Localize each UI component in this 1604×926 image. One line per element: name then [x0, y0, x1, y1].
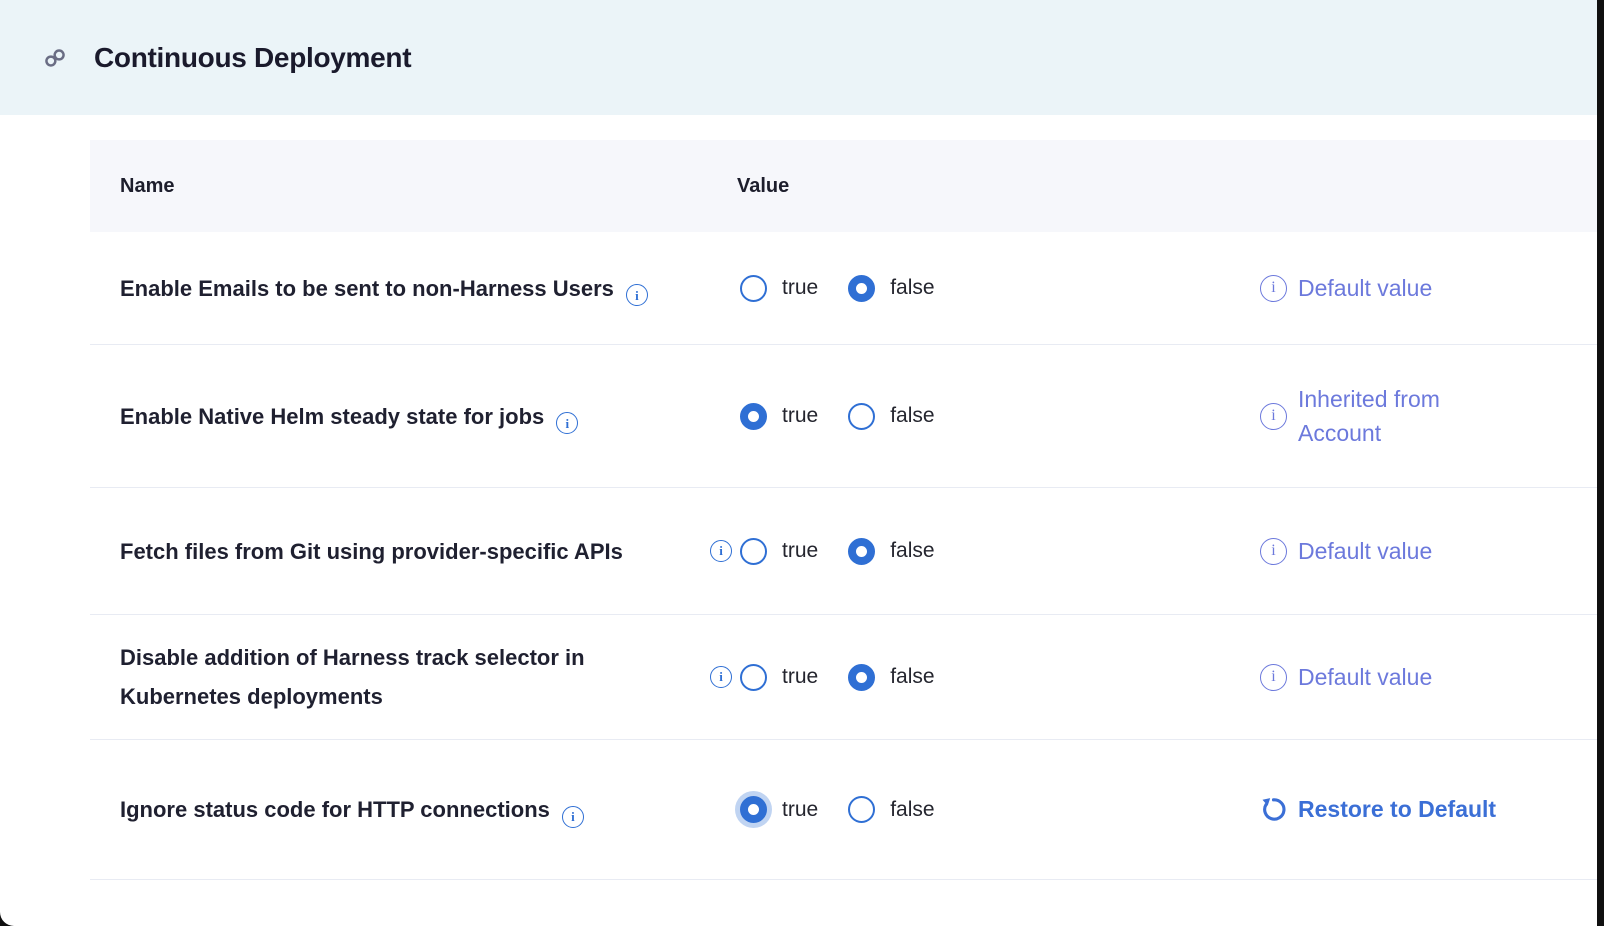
info-icon[interactable]: i — [626, 284, 648, 306]
radio-true[interactable]: true — [740, 796, 818, 823]
restore-to-default-button[interactable]: Restore to Default — [1298, 792, 1496, 827]
radio-false-icon[interactable] — [848, 275, 875, 302]
info-icon[interactable]: i — [1260, 403, 1287, 430]
column-header-value: Value — [700, 175, 1260, 198]
setting-value: i true false — [700, 664, 1260, 691]
radio-true[interactable]: true — [740, 403, 818, 430]
radio-true[interactable]: true — [740, 275, 818, 302]
status-badge: Default value — [1298, 534, 1432, 569]
radio-false[interactable]: false — [848, 664, 934, 691]
status-badge: Default value — [1298, 660, 1432, 695]
setting-name: Enable Native Helm steady state for jobs… — [120, 397, 700, 436]
table-row: Enable Native Helm steady state for jobs… — [90, 345, 1597, 488]
setting-status: i Inherited from Account — [1260, 382, 1597, 451]
table-header-row: Name Value — [90, 140, 1597, 232]
setting-name-label: Enable Native Helm steady state for jobs — [120, 404, 544, 429]
radio-true-icon[interactable] — [740, 403, 767, 430]
info-icon[interactable]: i — [1260, 538, 1287, 565]
radio-false-label: false — [890, 539, 934, 563]
radio-false-icon[interactable] — [848, 538, 875, 565]
setting-value: true false — [700, 796, 1260, 823]
radio-false-icon[interactable] — [848, 796, 875, 823]
radio-true-label: true — [782, 404, 818, 428]
radio-true-icon[interactable] — [740, 275, 767, 302]
table-row: Enable Emails to be sent to non-Harness … — [90, 232, 1597, 345]
info-icon[interactable]: i — [1260, 664, 1287, 691]
info-icon[interactable]: i — [710, 666, 732, 688]
column-header-name: Name — [120, 175, 700, 198]
info-icon[interactable]: i — [556, 412, 578, 434]
radio-true-icon[interactable] — [740, 664, 767, 691]
settings-table: Name Value Enable Emails to be sent to n… — [90, 140, 1597, 880]
radio-true-icon[interactable] — [740, 796, 767, 823]
radio-false[interactable]: false — [848, 275, 934, 302]
link-icon[interactable] — [42, 45, 68, 71]
radio-true-label: true — [782, 665, 818, 689]
info-icon[interactable]: i — [710, 540, 732, 562]
info-icon[interactable]: i — [562, 806, 584, 828]
info-icon[interactable]: i — [1260, 275, 1287, 302]
radio-false-icon[interactable] — [848, 403, 875, 430]
restore-icon[interactable] — [1260, 796, 1287, 823]
table-row: Fetch files from Git using provider-spec… — [90, 488, 1597, 615]
radio-false-icon[interactable] — [848, 664, 875, 691]
table-row: Disable addition of Harness track select… — [90, 615, 1597, 740]
setting-status: Restore to Default — [1260, 792, 1597, 827]
radio-true-icon[interactable] — [740, 538, 767, 565]
radio-true[interactable]: true — [740, 664, 818, 691]
setting-status: i Default value — [1260, 271, 1597, 306]
radio-false[interactable]: false — [848, 538, 934, 565]
setting-name: Fetch files from Git using provider-spec… — [120, 532, 700, 571]
radio-false-label: false — [890, 404, 934, 428]
table-row: Ignore status code for HTTP connections i… — [90, 740, 1597, 880]
setting-name: Ignore status code for HTTP connections i — [120, 790, 700, 829]
section-title: Continuous Deployment — [94, 42, 411, 74]
status-badge: Default value — [1298, 271, 1432, 306]
radio-false[interactable]: false — [848, 403, 934, 430]
radio-true-label: true — [782, 276, 818, 300]
setting-name-label: Enable Emails to be sent to non-Harness … — [120, 276, 614, 301]
radio-true[interactable]: true — [740, 538, 818, 565]
radio-false-label: false — [890, 665, 934, 689]
radio-true-label: true — [782, 798, 818, 822]
setting-name-label: Disable addition of Harness track select… — [120, 645, 585, 709]
settings-panel: Continuous Deployment Name Value Enable … — [0, 0, 1597, 926]
setting-name: Disable addition of Harness track select… — [120, 638, 700, 716]
radio-false[interactable]: false — [848, 796, 934, 823]
setting-name: Enable Emails to be sent to non-Harness … — [120, 269, 700, 308]
setting-value: true false — [700, 275, 1260, 302]
radio-false-label: false — [890, 276, 934, 300]
radio-true-label: true — [782, 539, 818, 563]
setting-status: i Default value — [1260, 660, 1597, 695]
setting-value: i true false — [700, 538, 1260, 565]
status-badge: Inherited from Account — [1298, 382, 1498, 451]
setting-name-label: Ignore status code for HTTP connections — [120, 797, 550, 822]
setting-value: true false — [700, 403, 1260, 430]
setting-name-label: Fetch files from Git using provider-spec… — [120, 539, 623, 564]
radio-false-label: false — [890, 798, 934, 822]
setting-status: i Default value — [1260, 534, 1597, 569]
section-header: Continuous Deployment — [0, 0, 1597, 115]
